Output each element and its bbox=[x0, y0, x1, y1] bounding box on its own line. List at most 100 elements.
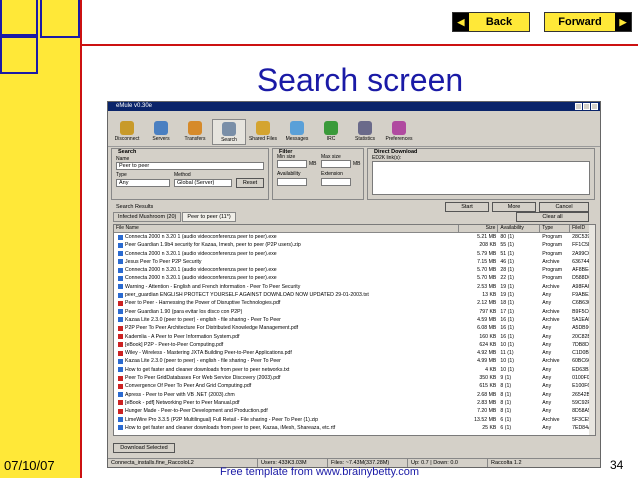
file-type: Program bbox=[542, 242, 563, 249]
file-availability: 16 (1) bbox=[500, 325, 514, 332]
table-row[interactable]: Hunger Made - Peer-to-Peer Development a… bbox=[114, 407, 595, 415]
table-row[interactable]: LimeWire Pro 3.3.5 (P2P Multilingual) Fu… bbox=[114, 416, 595, 424]
search-panel: Search Name Peer to peer Type Method Any… bbox=[111, 148, 269, 200]
forward-button[interactable]: Forward ▶ bbox=[544, 12, 632, 32]
col-type[interactable]: Type bbox=[540, 225, 571, 232]
file-size: 7.20 MB bbox=[477, 408, 497, 415]
table-row[interactable]: Connecta 2000 n 3.20.1 (audio videoconfe… bbox=[114, 274, 595, 282]
back-button[interactable]: ◀ Back bbox=[452, 12, 530, 32]
minimize-button[interactable] bbox=[575, 103, 582, 110]
file-availability: 8 (1) bbox=[500, 399, 512, 406]
toolbar-messages-button[interactable]: Messages bbox=[280, 119, 314, 145]
file-name: [eBook - pdf] Networking Peer to Peer Ma… bbox=[125, 399, 240, 406]
table-row[interactable]: Connecta 2000 n 3.20.1 (audio videoconfe… bbox=[114, 266, 595, 274]
file-type: Program bbox=[542, 267, 563, 274]
results-tab[interactable]: Peer to peer (11*) bbox=[182, 212, 236, 222]
min-size-input[interactable] bbox=[277, 160, 307, 168]
file-availability: 16 (1) bbox=[500, 316, 514, 323]
col-size[interactable]: Size bbox=[459, 225, 499, 232]
more-button[interactable]: More bbox=[492, 202, 536, 212]
table-row[interactable]: Peer Guardian 1.9b4 security for Kazaa, … bbox=[114, 241, 595, 249]
extension-input[interactable] bbox=[321, 178, 351, 186]
results-tab[interactable]: Infected Mushroom (20) bbox=[113, 212, 182, 222]
file-type-icon bbox=[118, 300, 123, 306]
max-size-input[interactable] bbox=[321, 160, 351, 168]
close-button[interactable] bbox=[591, 103, 598, 110]
table-row[interactable]: P2P Peer To Peer Architecture For Distri… bbox=[114, 324, 595, 332]
table-row[interactable]: peer_guardian ENGLISH PROTECT YOURSELF A… bbox=[114, 291, 595, 299]
file-availability: 10 (1) bbox=[500, 366, 514, 373]
extension-label: Extension bbox=[321, 171, 343, 177]
file-name: How to get faster and cleaner downloads … bbox=[125, 424, 336, 431]
toolbar-statistics-button[interactable]: Statistics bbox=[348, 119, 382, 145]
file-name-cell: Kazaa Lite 2.3.0 (peer to peer) - englis… bbox=[114, 357, 459, 365]
file-name-cell: Warning - Attention - English and French… bbox=[114, 283, 459, 291]
toolbar-preferences-button[interactable]: Preferences bbox=[382, 119, 416, 145]
cancel-button[interactable]: Cancel bbox=[539, 202, 589, 212]
file-name-cell: Convergence Of Peer To Peer And Grid Com… bbox=[114, 382, 459, 390]
menu-bar bbox=[108, 111, 600, 119]
disconnect-icon bbox=[120, 121, 134, 135]
download-selected-button[interactable]: Download Selected bbox=[113, 443, 175, 453]
file-name-cell: Peer to Peer - Harnessing the Power of D… bbox=[114, 299, 459, 307]
toolbar-search-button[interactable]: Search bbox=[212, 119, 246, 145]
file-type-icon bbox=[118, 334, 123, 340]
table-row[interactable]: Peer To Peer GridDatabases For Web Servi… bbox=[114, 374, 595, 382]
ed2k-link-input[interactable] bbox=[372, 161, 590, 195]
toolbar-label: Search bbox=[221, 137, 237, 143]
maximize-button[interactable] bbox=[583, 103, 590, 110]
table-row[interactable]: Kazaa Lite 2.3.0 (peer to peer) - englis… bbox=[114, 316, 595, 324]
method-label: Method bbox=[174, 172, 191, 178]
toolbar-disconnect-button[interactable]: Disconnect bbox=[110, 119, 144, 145]
table-row[interactable]: [eBook - pdf] Networking Peer to Peer Ma… bbox=[114, 399, 595, 407]
file-type-icon bbox=[118, 251, 123, 257]
file-name: Peer To Peer GridDatabases For Web Servi… bbox=[125, 375, 281, 382]
messages-icon bbox=[290, 121, 304, 135]
file-size: 624 KB bbox=[479, 341, 497, 348]
results-scrollbar[interactable] bbox=[589, 225, 595, 435]
file-name: peer_guardian ENGLISH PROTECT YOURSELF A… bbox=[125, 292, 369, 299]
toolbar-transfers-button[interactable]: Transfers bbox=[178, 119, 212, 145]
window-titlebar: eMule v0.30e bbox=[108, 102, 600, 111]
table-row[interactable]: Connecta 2000 n 3.20 1 (audio videoconfe… bbox=[114, 233, 595, 241]
table-row[interactable]: Jesus Peer To Peer P2P Security 7.15 MB 46… bbox=[114, 258, 595, 266]
toolbar-servers-button[interactable]: Servers bbox=[144, 119, 178, 145]
table-row[interactable]: Kazaa Lite 2.3.0 (peer to peer) - englis… bbox=[114, 357, 595, 365]
table-row[interactable]: Apress - Peer to Peer with VB .NET (2003… bbox=[114, 391, 595, 399]
table-row[interactable]: Peer Guardian 1.90 (para evitar los disc… bbox=[114, 308, 595, 316]
results-header: File Name Size Availability Type FileID bbox=[114, 225, 595, 233]
table-row[interactable]: Peer to Peer - Harnessing the Power of D… bbox=[114, 299, 595, 307]
file-type: Archive bbox=[542, 316, 560, 323]
back-label: Back bbox=[485, 16, 513, 28]
reset-button[interactable]: Reset bbox=[236, 178, 264, 188]
table-row[interactable]: Convergence Of Peer To Peer And Grid Com… bbox=[114, 382, 595, 390]
clear-all-button[interactable]: Clear all bbox=[516, 212, 589, 222]
table-row[interactable]: [eBook] P2P - Peer-to-Peer Computing.pdf… bbox=[114, 341, 595, 349]
start-button[interactable]: Start bbox=[445, 202, 489, 212]
search-name-input[interactable]: Peer to peer bbox=[116, 162, 264, 170]
table-row[interactable]: How to get faster and cleaner downloads … bbox=[114, 366, 595, 374]
method-select[interactable]: Global (Server) bbox=[174, 179, 232, 187]
table-row[interactable]: Wiley - Wireless - Mastering JXTA Buildi… bbox=[114, 349, 595, 357]
availability-input[interactable] bbox=[277, 178, 307, 186]
toolbar-shared-files-button[interactable]: Shared Files bbox=[246, 119, 280, 145]
file-name: Convergence Of Peer To Peer And Grid Com… bbox=[125, 383, 252, 390]
table-row[interactable]: Warning - Attention - English and French… bbox=[114, 283, 595, 291]
file-availability: 6 (1) bbox=[500, 424, 512, 431]
col-file-name[interactable]: File Name bbox=[114, 225, 459, 232]
toolbar-irc-button[interactable]: IRC bbox=[314, 119, 348, 145]
toolbar-label: Messages bbox=[285, 136, 309, 142]
type-select[interactable]: Any bbox=[116, 179, 170, 187]
file-availability: 10 (1) bbox=[500, 341, 514, 348]
file-type: Any bbox=[542, 350, 552, 357]
results-list: File Name Size Availability Type FileID … bbox=[113, 224, 596, 436]
table-row[interactable]: Kademlia - A Peer to Peer Information Sy… bbox=[114, 333, 595, 341]
toolbar-label: Transfers bbox=[184, 136, 206, 142]
col-availability[interactable]: Availability bbox=[498, 225, 541, 232]
file-name-cell: How to get faster and cleaner downloads … bbox=[114, 366, 459, 374]
table-row[interactable]: Connecta 2000 n 3.20.1 (audio videoconfe… bbox=[114, 250, 595, 258]
status-server: Raccolta 1.2 bbox=[488, 459, 600, 467]
toolbar-label: Disconnect bbox=[114, 136, 140, 142]
table-row[interactable]: How to get faster and cleaner downloads … bbox=[114, 424, 595, 432]
slide-page-number: 34 bbox=[610, 458, 624, 472]
